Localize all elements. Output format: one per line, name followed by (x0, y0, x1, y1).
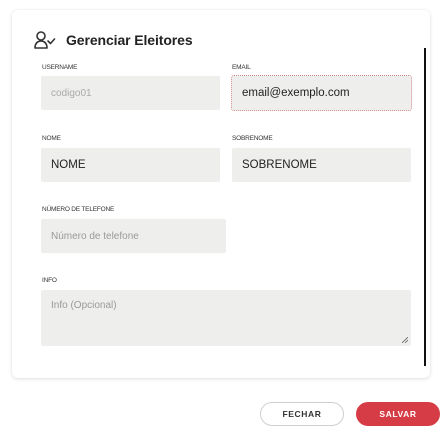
dialog-title: Gerenciar Eleitores (66, 32, 193, 48)
info-textarea[interactable]: Info (Opcional) (41, 290, 411, 346)
nome-value: NOME (51, 159, 86, 171)
scrollbar[interactable] (424, 48, 426, 366)
username-value: codigo01 (51, 87, 92, 99)
save-button[interactable]: SALVAR (356, 402, 440, 426)
sobrenome-label: SOBRENOME (232, 135, 273, 142)
email-label: EMAIL (232, 64, 251, 71)
user-check-icon (34, 31, 56, 49)
close-button[interactable]: FECHAR (260, 402, 344, 426)
sobrenome-value: SOBRENOME (242, 159, 317, 171)
sobrenome-field[interactable]: SOBRENOME (232, 148, 411, 182)
telefone-placeholder: Número de telefone (51, 230, 139, 242)
info-placeholder: Info (Opcional) (51, 300, 117, 311)
username-field[interactable]: codigo01 (41, 76, 220, 110)
telefone-label: NÚMERO DE TELEFONE (42, 206, 115, 213)
email-value: email@exemplo.com (242, 87, 350, 99)
telefone-field[interactable]: Número de telefone (41, 219, 226, 253)
nome-label: NOME (42, 135, 61, 142)
dialog-header: Gerenciar Eleitores (34, 30, 193, 50)
info-label: INFO (42, 277, 57, 284)
resize-handle-icon[interactable] (402, 337, 408, 343)
username-label: USERNAME (42, 64, 78, 71)
nome-field[interactable]: NOME (41, 148, 220, 182)
email-field[interactable]: email@exemplo.com (231, 75, 412, 111)
